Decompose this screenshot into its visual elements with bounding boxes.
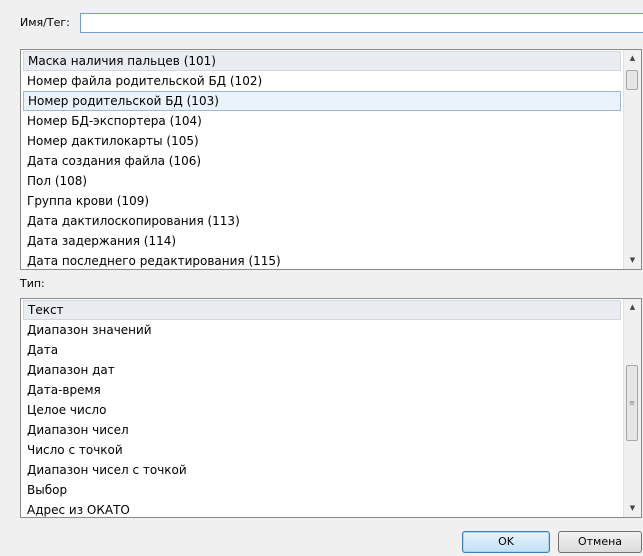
list-item[interactable]: Номер родительской БД (103) [23,91,621,111]
list-item[interactable]: Дата дактилоскопирования (113) [23,211,621,231]
list-item[interactable]: Номер дактилокарты (105) [23,131,621,151]
cancel-button[interactable]: Отмена [558,531,642,553]
scroll-down-arrow-icon[interactable]: ▼ [624,500,641,517]
scroll-up-arrow-icon[interactable]: ▲ [624,50,641,67]
list-item[interactable]: Дата создания файла (106) [23,151,621,171]
list-item[interactable]: Адрес из ОКАТО [23,500,621,517]
list-item[interactable]: Диапазон чисел с точкой [23,460,621,480]
name-tag-input[interactable] [80,13,643,33]
list-item[interactable]: Выбор [23,480,621,500]
type-list-rows: Текст Диапазон значений Дата Диапазон дат Да… [23,300,621,517]
list-item[interactable]: Пол (108) [23,171,621,191]
type-listbox[interactable]: Текст Диапазон значений Дата Диапазон дат Да… [20,298,642,518]
tag-listbox[interactable]: Маска наличия пальцев (101) Номер файла р… [20,49,642,270]
ok-button[interactable]: OK [462,531,550,553]
scroll-down-arrow-icon[interactable]: ▼ [624,252,641,269]
list-item[interactable]: Диапазон дат [23,360,621,380]
list-item[interactable]: Дата задержания (114) [23,231,621,251]
list-item[interactable]: Диапазон значений [23,320,621,340]
type-list-scroll-thumb[interactable]: ≡ [626,365,638,441]
name-tag-label: Имя/Тег: [20,16,70,29]
list-item[interactable]: Группа крови (109) [23,191,621,211]
list-item[interactable]: Целое число [23,400,621,420]
list-item[interactable]: Маска наличия пальцев (101) [23,51,621,71]
list-item[interactable]: Дата-время [23,380,621,400]
scroll-grip-icon: ≡ [629,399,635,407]
list-item[interactable]: Текст [23,300,621,320]
tag-list-scroll-thumb[interactable] [626,70,638,90]
type-label: Тип: [20,277,45,290]
list-item[interactable]: Число с точкой [23,440,621,460]
list-item[interactable]: Дата [23,340,621,360]
list-item[interactable]: Дата последнего редактирования (115) [23,251,621,269]
tag-list-rows: Маска наличия пальцев (101) Номер файла р… [23,51,621,269]
list-item[interactable]: Номер БД-экспортера (104) [23,111,621,131]
list-item[interactable]: Диапазон чисел [23,420,621,440]
tag-list-scrollbar[interactable]: ▲ ▼ [623,50,641,269]
scroll-up-arrow-icon[interactable]: ▲ [624,299,641,316]
type-list-scrollbar[interactable]: ▲ ≡ ▼ [623,299,641,517]
list-item[interactable]: Номер файла родительской БД (102) [23,71,621,91]
